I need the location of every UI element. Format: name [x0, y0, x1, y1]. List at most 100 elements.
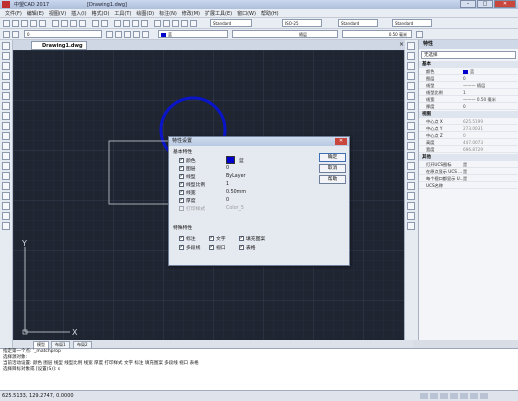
selection-select[interactable]: 无选择	[421, 51, 516, 59]
help-icon[interactable]	[190, 20, 197, 27]
multileader-style-select[interactable]: Standard	[392, 19, 432, 27]
menu-insert[interactable]: 插入(I)	[71, 10, 86, 17]
insert-block-icon[interactable]	[2, 152, 10, 160]
zoom-realtime-icon[interactable]	[123, 20, 130, 27]
move-icon[interactable]	[407, 92, 415, 100]
zoom-window-icon[interactable]	[132, 20, 139, 27]
tool-palette-icon[interactable]	[172, 20, 179, 27]
ellipse-icon[interactable]	[2, 132, 10, 140]
rotate-icon[interactable]	[407, 102, 415, 110]
menu-file[interactable]: 文件(F)	[5, 10, 22, 17]
line-tool-icon[interactable]	[2, 42, 10, 50]
hatch-icon[interactable]	[2, 182, 10, 190]
prop-row[interactable]: 厚度 0	[419, 103, 518, 110]
properties-icon[interactable]	[154, 20, 161, 27]
construction-line-icon[interactable]	[2, 52, 10, 60]
linetype-select[interactable]: 随层	[232, 30, 338, 38]
section-misc[interactable]: 其他	[419, 154, 518, 161]
lineweight-toggle-icon[interactable]	[480, 393, 488, 399]
arc-icon[interactable]	[2, 92, 10, 100]
fillet-icon[interactable]	[407, 182, 415, 190]
new-icon[interactable]	[3, 20, 10, 27]
make-current-layer-icon[interactable]	[106, 31, 113, 38]
ortho-toggle-icon[interactable]	[440, 393, 448, 399]
menu-view[interactable]: 视图(V)	[49, 10, 66, 17]
cancel-button[interactable]: 取消	[319, 164, 346, 173]
erase-icon[interactable]	[407, 42, 415, 50]
layer-state-icon[interactable]	[12, 31, 19, 38]
command-input[interactable]: 选择目标对象或 [设置(S)]: s	[0, 367, 518, 373]
prop-row[interactable]: 每个视口都显示 U... 是	[419, 175, 518, 182]
minimize-button[interactable]: –	[460, 0, 476, 8]
open-icon[interactable]	[12, 20, 19, 27]
join-icon[interactable]	[407, 162, 415, 170]
save-icon[interactable]	[21, 20, 28, 27]
prop-row[interactable]: 线型 ——— 随层	[419, 82, 518, 89]
snap-toggle-icon[interactable]	[420, 393, 428, 399]
preview-icon[interactable]	[39, 20, 46, 27]
explode-icon[interactable]	[407, 192, 415, 200]
circle-icon[interactable]	[2, 102, 10, 110]
layer-lock-icon[interactable]	[142, 31, 149, 38]
hatch-checkbox[interactable]	[239, 235, 244, 241]
viewport-checkbox[interactable]	[209, 244, 214, 250]
prop-row[interactable]: 线型比例 1	[419, 89, 518, 96]
point-icon[interactable]	[2, 172, 10, 180]
polyline-checkbox[interactable]	[179, 244, 184, 250]
menu-dimension[interactable]: 标注(N)	[159, 10, 177, 17]
layer-previous-icon[interactable]	[115, 31, 122, 38]
multiline-text-icon[interactable]	[2, 222, 10, 230]
menu-draw[interactable]: 绘图(D)	[136, 10, 154, 17]
section-basic[interactable]: 基本	[419, 61, 518, 68]
layer-manager-icon[interactable]	[3, 31, 10, 38]
menu-edit[interactable]: 编辑(E)	[27, 10, 44, 17]
prop-row[interactable]: 在原点显示 UCS ... 是	[419, 168, 518, 175]
layer-isolate-icon[interactable]	[124, 31, 131, 38]
lineweight-select[interactable]: 0.50 毫米	[342, 30, 412, 38]
zoom-previous-icon[interactable]	[141, 20, 148, 27]
menu-modify[interactable]: 修改(M)	[182, 10, 200, 17]
close-window-button[interactable]: ✕	[494, 0, 516, 8]
layer-freeze-icon[interactable]	[133, 31, 140, 38]
calculator-icon[interactable]	[181, 20, 188, 27]
design-center-icon[interactable]	[163, 20, 170, 27]
offset-icon[interactable]	[407, 72, 415, 80]
stretch-icon[interactable]	[407, 122, 415, 130]
thickness-checkbox[interactable]	[179, 197, 184, 203]
break-icon[interactable]	[407, 152, 415, 160]
ok-button[interactable]: 确定	[319, 153, 346, 162]
polyline-icon[interactable]	[2, 62, 10, 70]
color-checkbox[interactable]	[179, 157, 184, 163]
color-select[interactable]: 蓝	[158, 30, 228, 38]
ellipse-arc-icon[interactable]	[2, 142, 10, 150]
dimension-icon[interactable]	[407, 222, 415, 230]
plot-style-icon[interactable]	[416, 31, 423, 38]
command-window[interactable]: 指定第一个点: '_matchprop 选择源对象: 当前活动设置: 颜色 图层…	[0, 348, 518, 390]
lineweight-checkbox[interactable]	[179, 189, 184, 195]
menu-format[interactable]: 格式(O)	[92, 10, 110, 17]
linetype-checkbox[interactable]	[179, 173, 184, 179]
layer-select[interactable]: 0	[24, 30, 102, 38]
print-icon[interactable]	[30, 20, 37, 27]
rectangle-icon[interactable]	[2, 82, 10, 90]
maximize-button[interactable]: □	[477, 0, 493, 8]
extend-icon[interactable]	[407, 142, 415, 150]
prop-row[interactable]: 线宽 ——— 0.50 毫米	[419, 96, 518, 103]
tab-drawing1[interactable]: Drawing1.dwg	[31, 41, 87, 50]
table-checkbox[interactable]	[239, 244, 244, 250]
match-properties-icon[interactable]	[79, 20, 86, 27]
text-checkbox[interactable]	[209, 235, 214, 241]
menu-help[interactable]: 帮助(H)	[261, 10, 279, 17]
undo-icon[interactable]	[92, 20, 99, 27]
menu-window[interactable]: 窗口(W)	[237, 10, 256, 17]
prop-row[interactable]: UCS名称	[419, 182, 518, 189]
menu-extended-tools[interactable]: 扩展工具(E)	[205, 10, 232, 17]
spline-icon[interactable]	[2, 122, 10, 130]
chamfer-icon[interactable]	[407, 172, 415, 180]
redo-icon[interactable]	[101, 20, 108, 27]
region-icon[interactable]	[2, 202, 10, 210]
dimension-checkbox[interactable]	[179, 235, 184, 241]
polygon-icon[interactable]	[2, 72, 10, 80]
table-icon[interactable]	[2, 212, 10, 220]
make-block-icon[interactable]	[2, 162, 10, 170]
